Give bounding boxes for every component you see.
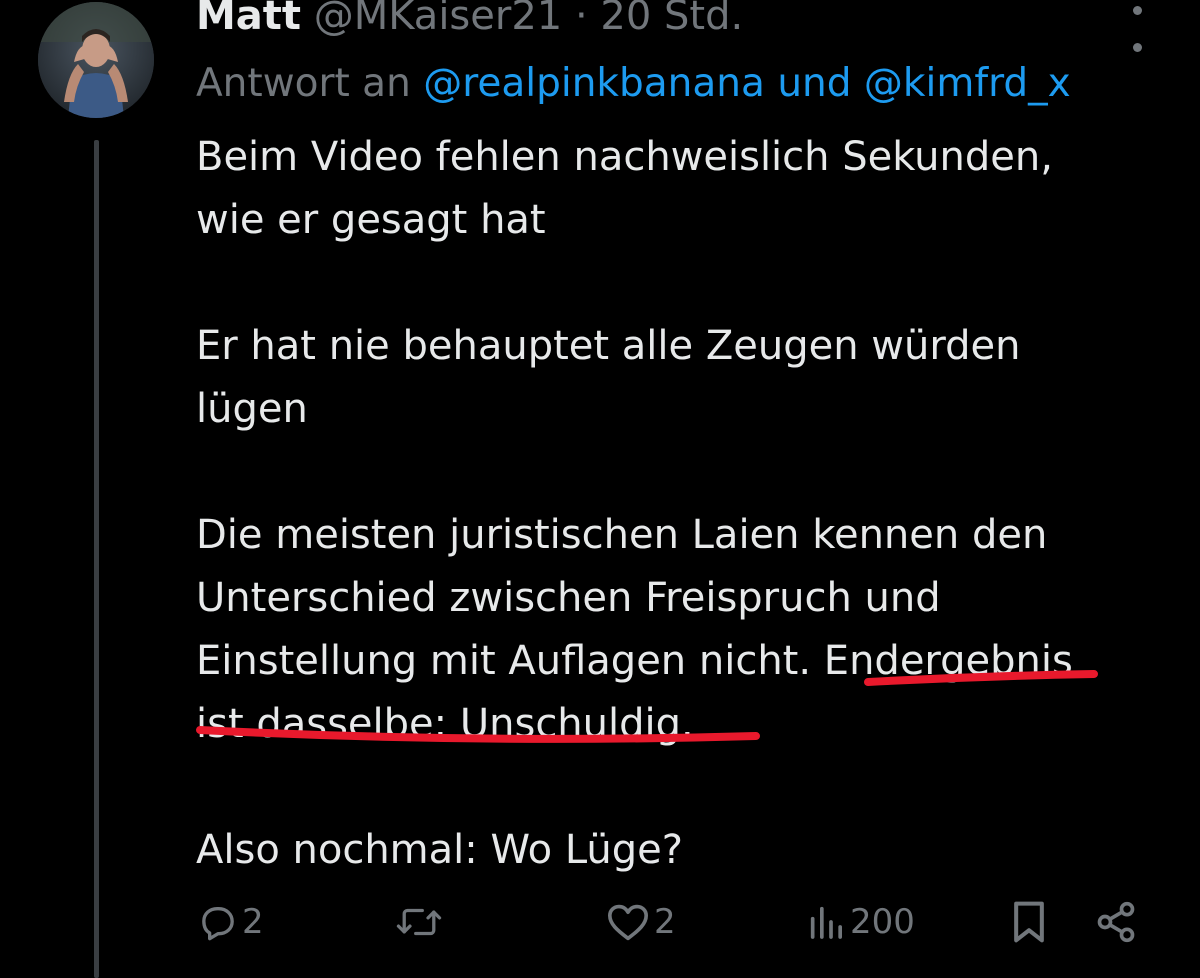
text-segment: Einstellung mit Auflagen nicht.	[196, 638, 824, 684]
tweet[interactable]: Matt @MKaiser21 · 20 Std. Antwort an @re…	[0, 0, 1200, 978]
text-line: Er hat nie behauptet alle Zeugen würden	[196, 323, 1021, 369]
text-line: Die meisten juristischen Laien kennen de…	[196, 512, 1048, 558]
reply-mention-1[interactable]: @realpinkbanana	[423, 61, 765, 106]
tweet-text: Beim Video fehlen nachweislich Sekunden,…	[196, 126, 1156, 882]
tweet-timestamp[interactable]: 20 Std.	[600, 0, 743, 39]
avatar-image	[38, 2, 154, 118]
text-line: Beim Video fehlen nachweislich Sekunden,	[196, 134, 1053, 180]
heart-icon	[607, 904, 648, 941]
author-handle[interactable]: @MKaiser21	[314, 0, 562, 39]
header-separator: ·	[574, 0, 588, 39]
text-line: lügen	[196, 386, 308, 432]
more-icon	[1132, 6, 1142, 15]
tweet-header: Matt @MKaiser21 · 20 Std.	[196, 0, 743, 46]
tweet-actions: 2 2 200	[0, 890, 1200, 954]
reply-mention-2[interactable]: @kimfrd_x	[864, 61, 1071, 106]
share-icon	[1097, 901, 1135, 943]
bookmark-icon	[1014, 901, 1044, 943]
author-name[interactable]: Matt	[196, 0, 301, 39]
reply-prefix: Antwort an	[196, 61, 411, 106]
bookmark-button[interactable]	[1010, 890, 1048, 954]
views-button[interactable]: 200	[806, 890, 915, 954]
more-icon-dot	[1132, 43, 1142, 52]
reply-count: 2	[242, 902, 264, 942]
text-line: wie er gesagt hat	[196, 197, 546, 243]
more-options-button[interactable]	[1120, 0, 1154, 52]
share-button[interactable]	[1094, 890, 1138, 954]
reply-joiner: und	[777, 61, 852, 106]
text-line: Einstellung mit Auflagen nicht. Endergeb…	[196, 630, 1156, 693]
repost-button[interactable]	[396, 890, 446, 954]
text-line: Also nochmal: Wo Lüge?	[196, 827, 684, 873]
reply-button[interactable]: 2	[198, 890, 264, 954]
like-button[interactable]: 2	[606, 890, 676, 954]
like-count: 2	[654, 902, 676, 942]
thread-line	[94, 140, 99, 978]
reply-icon	[202, 907, 234, 941]
text-line: Unterschied zwischen Freispruch und	[196, 575, 941, 621]
highlighted-text-line: ist dasselbe: Unschuldig.	[196, 701, 694, 747]
repost-icon	[396, 908, 442, 936]
views-icon	[810, 906, 842, 939]
highlighted-text: Endergebnis	[823, 638, 1073, 684]
avatar[interactable]	[38, 2, 154, 118]
view-count: 200	[850, 902, 915, 942]
reply-context: Antwort an @realpinkbanana und @kimfrd_x	[196, 54, 1071, 114]
